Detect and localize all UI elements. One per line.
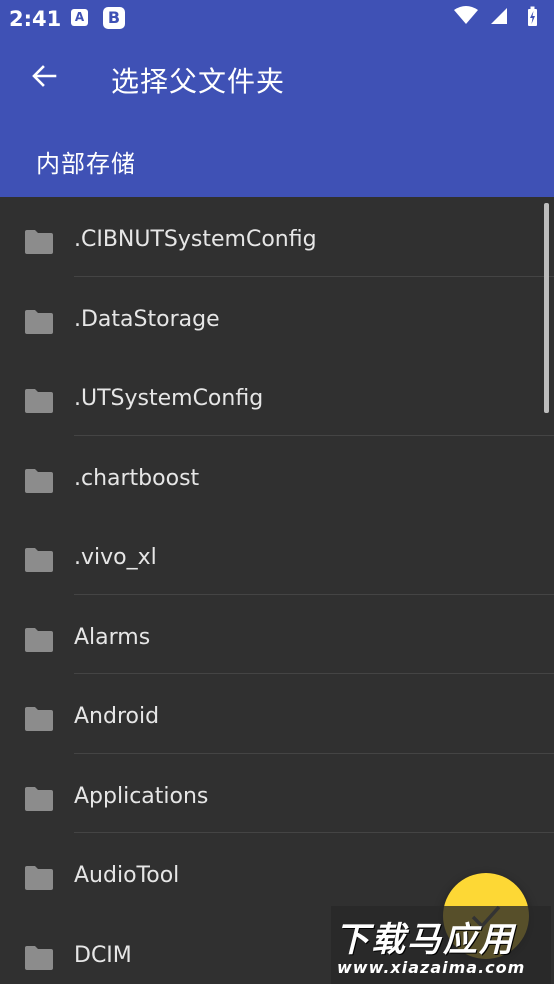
folder-item[interactable]: .CIBNUTSystemConfig — [0, 197, 554, 277]
app-header: 2:41 A B 选择父文件夹 内部存储 — [0, 0, 554, 197]
page-title: 选择父文件夹 — [111, 65, 286, 98]
folder-name: Alarms — [74, 624, 151, 650]
folder-icon — [25, 866, 53, 890]
toolbar: 选择父文件夹 — [0, 40, 554, 120]
folder-icon — [25, 230, 53, 254]
breadcrumb[interactable]: 内部存储 — [36, 144, 136, 179]
folder-item[interactable]: .UTSystemConfig — [0, 356, 554, 436]
folder-item[interactable]: Android — [0, 674, 554, 754]
folder-name: Android — [74, 704, 160, 729]
folder-list: .CIBNUTSystemConfig .DataStorage .UTSyst… — [0, 197, 554, 984]
notification-a-icon: A — [71, 9, 88, 26]
folder-icon — [25, 548, 53, 572]
folder-name: DCIM — [74, 942, 132, 968]
folder-icon — [25, 945, 53, 970]
battery-icon — [528, 6, 537, 26]
folder-icon — [25, 389, 53, 413]
folder-item[interactable]: .DataStorage — [0, 277, 554, 357]
status-right-icons — [454, 6, 537, 26]
folder-name: AudioTool — [74, 863, 180, 888]
folder-item[interactable]: .vivo_xl — [0, 515, 554, 595]
folder-icon — [25, 707, 53, 731]
folder-icon — [25, 468, 53, 493]
arrow-back-icon — [32, 65, 57, 87]
folder-icon — [25, 627, 53, 652]
folder-name: .CIBNUTSystemConfig — [74, 227, 317, 252]
folder-icon — [25, 309, 53, 334]
notification-b-icon: B — [103, 7, 125, 29]
back-button[interactable] — [24, 56, 64, 96]
watermark-title: 下载马应用 — [335, 920, 515, 960]
watermark-url: www.xiazaima.com — [337, 958, 526, 977]
folder-item[interactable]: Alarms — [0, 595, 554, 674]
folder-name: .DataStorage — [74, 306, 220, 332]
folder-item[interactable]: .chartboost — [0, 436, 554, 516]
folder-item[interactable]: Applications — [0, 754, 554, 833]
folder-name: .UTSystemConfig — [74, 386, 264, 411]
status-time: 2:41 — [9, 7, 62, 31]
folder-icon — [25, 786, 53, 811]
signal-icon — [491, 8, 507, 24]
folder-name: .vivo_xl — [74, 545, 157, 570]
scrollbar[interactable] — [544, 203, 549, 413]
folder-name: .chartboost — [74, 465, 200, 491]
status-bar: 2:41 A B — [0, 0, 554, 38]
folder-name: Applications — [74, 783, 209, 809]
watermark: 下载马应用 www.xiazaima.com — [331, 906, 551, 984]
wifi-icon — [454, 6, 478, 24]
